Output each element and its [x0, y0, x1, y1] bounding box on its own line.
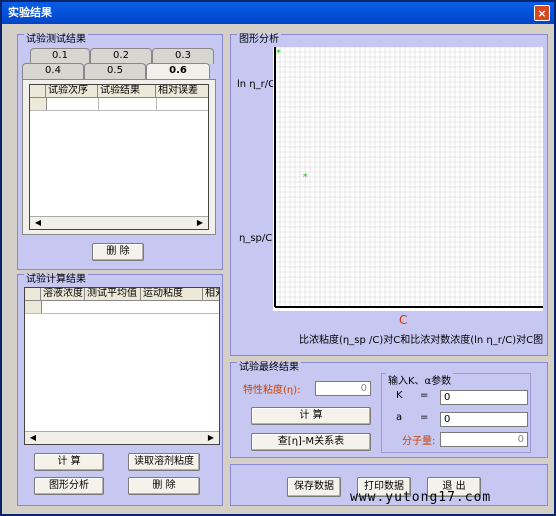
lookup-table-button[interactable]: 查[η]-M关系表: [251, 433, 371, 451]
table-row[interactable]: [25, 301, 219, 314]
scroll-left-icon[interactable]: ◀: [32, 217, 44, 229]
molecular-weight-field[interactable]: 0: [440, 432, 528, 447]
final-calc-button[interactable]: 计 算: [251, 407, 371, 425]
graph-panel: 图形分析 ln η_r/C η_sp/C * * C 比浓粘度(η_sp /C)对…: [230, 34, 548, 356]
col-viscosity: 运动粘度: [141, 288, 203, 300]
final-results-title: 试验最终结果: [237, 362, 301, 374]
save-data-button[interactable]: 保存数据: [287, 477, 341, 497]
tab-0-1[interactable]: 0.1: [30, 48, 90, 64]
intrinsic-viscosity-label: 特性粘度(η):: [243, 385, 301, 396]
data-point-series-1: *: [303, 172, 308, 183]
plot-background: [273, 47, 543, 311]
main-window: 实验结果 × 试验测试结果 0.1 0.2 0.3 0.4 0.5 0.6 试验…: [0, 0, 556, 516]
molecular-weight-label: 分子量:: [402, 436, 436, 447]
col-error: 相对误差: [156, 85, 208, 97]
tab-0-2[interactable]: 0.2: [90, 48, 152, 64]
calc-button[interactable]: 计 算: [34, 453, 104, 471]
calc-results-title: 试验计算结果: [24, 274, 88, 286]
scroll-left-icon[interactable]: ◀: [27, 432, 39, 444]
k-eq: =: [420, 390, 429, 401]
row-header-cell: [30, 98, 47, 110]
col-mean: 测试平均值: [85, 288, 141, 300]
col-order: 试验次序: [46, 85, 98, 97]
close-icon[interactable]: ×: [534, 5, 550, 21]
row-header-cell: [25, 288, 41, 300]
test-results-table: 试验次序 试验结果 相对误差 ◀ ▶: [29, 84, 209, 230]
client-area: 试验测试结果 0.1 0.2 0.3 0.4 0.5 0.6 试验次序 试验结果…: [2, 24, 554, 514]
k-input[interactable]: 0: [440, 390, 528, 405]
window-title: 实验结果: [8, 6, 52, 19]
calc-results-panel: 试验计算结果 溶液浓度 测试平均值 运动粘度 相对 ◀ ▶ 计 算 读取溶剂: [17, 274, 223, 506]
delete-test-button[interactable]: 删 除: [92, 243, 144, 261]
ylabel-top: ln η_r/C: [237, 79, 276, 90]
calc-results-header: 溶液浓度 测试平均值 运动粘度 相对: [25, 288, 219, 301]
data-point-series-0: *: [276, 48, 281, 59]
title-bar: 实验结果 ×: [2, 2, 554, 24]
watermark: www.yutong17.com: [350, 490, 492, 505]
graph-title: 图形分析: [237, 34, 281, 46]
test-results-panel: 试验测试结果 0.1 0.2 0.3 0.4 0.5 0.6 试验次序 试验结果…: [17, 34, 223, 270]
final-results-panel: 试验最终结果 特性粘度(η): 0 计 算 查[η]-M关系表 输入K、α参数 …: [230, 362, 548, 458]
tab-0-3[interactable]: 0.3: [152, 48, 214, 64]
a-eq: =: [420, 412, 429, 423]
tab-0-5[interactable]: 0.5: [84, 63, 146, 80]
cell-divider: [98, 98, 99, 110]
calc-results-table: 溶液浓度 测试平均值 运动粘度 相对 ◀ ▶: [24, 287, 220, 445]
graph-analysis-button[interactable]: 图形分析: [34, 477, 104, 495]
col-concentration: 溶液浓度: [43, 288, 85, 300]
tab-0-6[interactable]: 0.6: [146, 63, 210, 80]
intrinsic-viscosity-field[interactable]: 0: [315, 381, 371, 396]
tab-0-4[interactable]: 0.4: [22, 63, 84, 80]
table-row[interactable]: [30, 98, 208, 111]
horizontal-scrollbar[interactable]: ◀ ▶: [25, 431, 219, 444]
col-result: 试验结果: [98, 85, 156, 97]
col-relative: 相对: [205, 288, 219, 299]
a-label: a: [396, 412, 403, 423]
tab-page: 试验次序 试验结果 相对误差 ◀ ▶: [22, 79, 216, 235]
row-header-cell: [25, 301, 42, 313]
row-header-cell: [30, 85, 46, 97]
params-box: 输入K、α参数 K = 0 a = 0 分子量: 0: [381, 372, 531, 453]
graph-caption: 比浓粘度(η_sp /C)对C和比浓对数浓度(ln η_r/C)对C图: [299, 335, 544, 346]
plot-area: **: [273, 47, 543, 311]
horizontal-scrollbar[interactable]: ◀ ▶: [30, 216, 208, 229]
scroll-right-icon[interactable]: ▶: [205, 432, 217, 444]
delete-calc-button[interactable]: 删 除: [128, 477, 200, 495]
xlabel: C: [399, 313, 408, 327]
test-results-title: 试验测试结果: [24, 34, 88, 46]
a-input[interactable]: 0: [440, 412, 528, 427]
params-title: 输入K、α参数: [386, 372, 454, 387]
k-label: K: [396, 390, 403, 401]
test-results-header: 试验次序 试验结果 相对误差: [30, 85, 208, 98]
cell-divider: [156, 98, 157, 110]
scroll-right-icon[interactable]: ▶: [194, 217, 206, 229]
read-solvent-viscosity-button[interactable]: 读取溶剂粘度: [128, 453, 200, 471]
ylabel-bottom: η_sp/C: [239, 233, 273, 244]
